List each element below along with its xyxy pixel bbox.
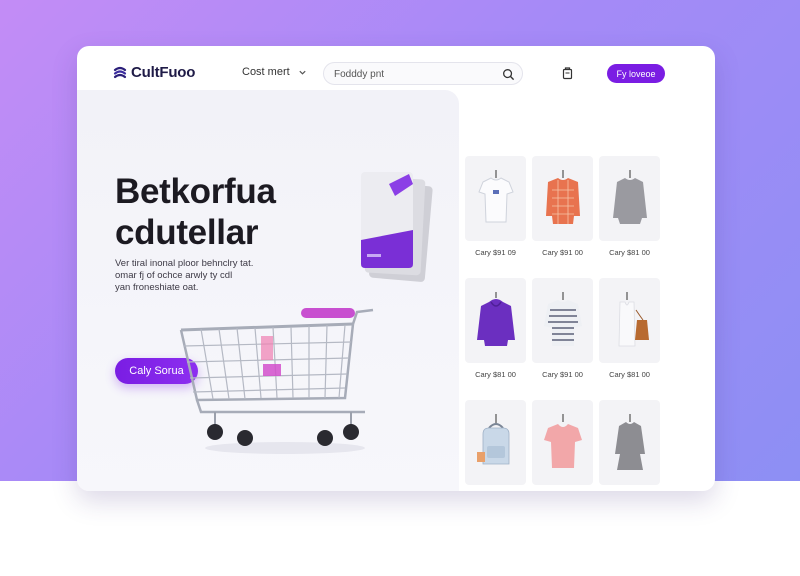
category-label: Cost mert xyxy=(242,66,290,78)
search-bar xyxy=(323,62,523,85)
backpack-icon xyxy=(476,413,509,464)
product-card[interactable]: Cary $91 00 xyxy=(532,156,593,257)
product-price: Cary $91 00 xyxy=(542,370,583,379)
brand-name: CultFuoo xyxy=(131,64,196,81)
product-image xyxy=(465,400,526,485)
product-image xyxy=(465,156,526,241)
hero-description: Ver tiral inonal ploor behnclry tat. oma… xyxy=(115,258,275,294)
product-card[interactable]: Cary $81 00 xyxy=(599,156,660,257)
hero-desc-line: yan froneshiate oat. xyxy=(115,282,199,293)
product-price: Cary $91 09 xyxy=(475,248,516,257)
tshirt-icon xyxy=(477,169,514,222)
chevron-down-icon xyxy=(299,70,306,75)
header-cta-button[interactable]: Fy loveoe xyxy=(607,64,665,83)
product-card[interactable]: Cary $81 00 xyxy=(465,278,526,379)
product-card[interactable]: Cary $81 00 xyxy=(599,278,660,379)
hero-desc-line: Ver tiral inonal ploor behnclry tat. xyxy=(115,258,254,269)
background-base xyxy=(0,481,800,576)
product-card[interactable]: Cary $91 00 xyxy=(532,278,593,379)
product-price: Cary $91 00 xyxy=(542,248,583,257)
category-dropdown[interactable]: Cost mert xyxy=(242,66,307,78)
hero-title-line: Betkorfua xyxy=(115,172,276,211)
shopping-cart-illustration xyxy=(179,308,374,454)
product-image xyxy=(599,400,660,485)
payment-cards-illustration xyxy=(361,172,433,282)
shirt-icon xyxy=(545,169,580,224)
product-image xyxy=(532,400,593,485)
pink-tshirt-icon xyxy=(543,413,582,468)
product-image xyxy=(532,278,593,363)
product-price: Cary $81 00 xyxy=(475,370,516,379)
hero-title: Betkorfua cdutellar xyxy=(115,171,276,253)
product-image xyxy=(599,278,660,363)
long-sleeve-icon xyxy=(612,169,647,224)
tank-top-icon xyxy=(618,291,649,346)
product-price: Cary $81 00 xyxy=(609,370,650,379)
cart-icon[interactable] xyxy=(561,66,575,80)
hoodie-icon xyxy=(476,291,515,346)
product-card[interactable] xyxy=(599,400,660,491)
browser-window: CultFuoo Cost mert Fy loveoe Betkorfua c… xyxy=(77,46,715,491)
product-card[interactable] xyxy=(465,400,526,491)
striped-top-icon xyxy=(543,291,582,346)
product-image xyxy=(532,156,593,241)
dress-icon xyxy=(614,413,645,470)
product-price: Cary $81 00 xyxy=(609,248,650,257)
logo[interactable]: CultFuoo xyxy=(113,64,195,81)
search-input[interactable] xyxy=(334,66,494,82)
search-icon[interactable] xyxy=(502,68,515,81)
logo-icon xyxy=(113,66,127,78)
product-image xyxy=(599,156,660,241)
product-image xyxy=(465,278,526,363)
hero-title-line: cdutellar xyxy=(115,213,259,252)
product-card[interactable] xyxy=(532,400,593,491)
product-card[interactable]: Cary $91 09 xyxy=(465,156,526,257)
hero-desc-line: omar fj of ochce arwly ty cdl xyxy=(115,270,233,281)
